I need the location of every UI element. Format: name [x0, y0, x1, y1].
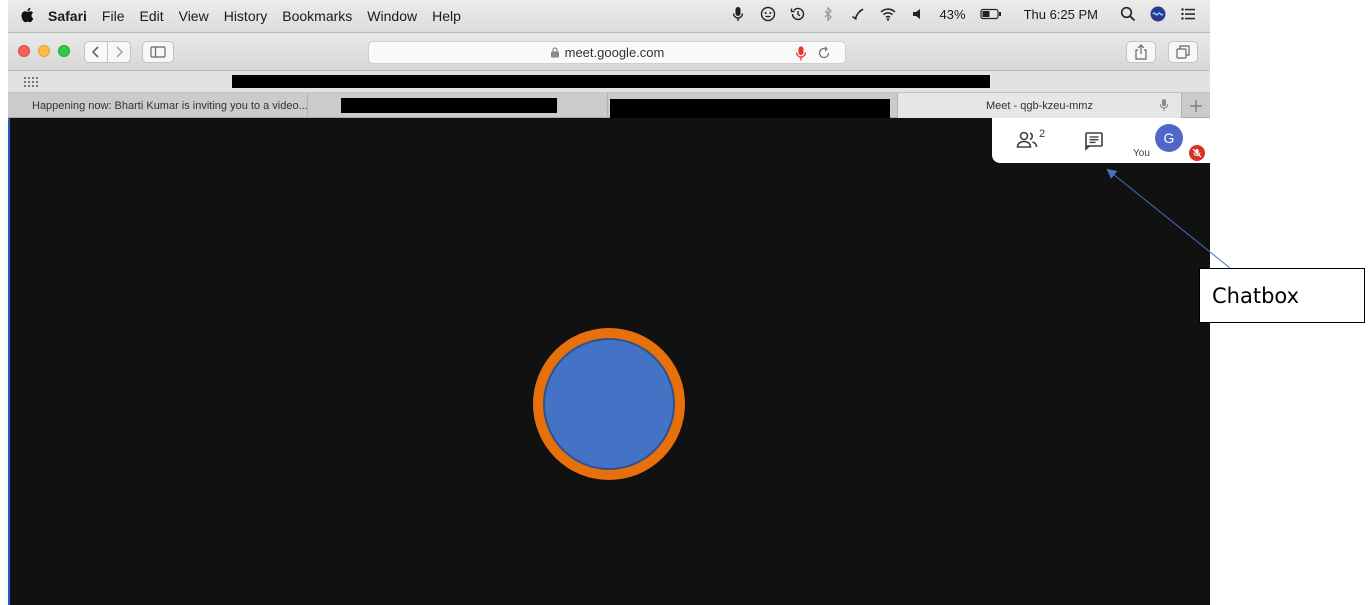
- redacted-tab-title: [610, 99, 890, 118]
- chat-icon[interactable]: [1084, 131, 1104, 151]
- tab-label: Meet - qgb-kzeu-mmz: [986, 99, 1093, 112]
- favorites-bar: [8, 71, 1210, 93]
- menu-history[interactable]: History: [224, 8, 268, 24]
- self-avatar[interactable]: G: [1155, 124, 1183, 152]
- microphone-status-icon[interactable]: [730, 6, 746, 22]
- participants-button[interactable]: 2: [1016, 128, 1046, 150]
- avatar-letter: G: [1163, 130, 1175, 146]
- sidebar-toggle-button[interactable]: [142, 41, 174, 63]
- share-button[interactable]: [1126, 41, 1156, 63]
- search-icon[interactable]: [1120, 6, 1136, 22]
- address-bar[interactable]: meet.google.com: [368, 41, 846, 64]
- tab-google-meet[interactable]: Meet - qgb-kzeu-mmz: [898, 93, 1182, 118]
- self-label: You: [1133, 148, 1150, 159]
- microphone-active-icon[interactable]: [795, 46, 807, 61]
- tab-overview-button[interactable]: [1168, 41, 1198, 63]
- microphone-muted-badge: [1189, 145, 1205, 161]
- chevron-right-icon: [116, 46, 124, 58]
- chevron-left-icon: [91, 46, 99, 58]
- tab-happening-now[interactable]: Happening now: Bharti Kumar is inviting …: [8, 93, 308, 118]
- meeting-controls-panel: 2 You G: [992, 118, 1210, 163]
- new-tab-button[interactable]: [1186, 96, 1206, 116]
- menu-safari[interactable]: Safari: [48, 8, 87, 24]
- lock-icon: [550, 47, 559, 58]
- face-status-icon[interactable]: [760, 6, 776, 22]
- menu-help[interactable]: Help: [432, 8, 461, 24]
- notification-center-icon[interactable]: [1180, 6, 1196, 22]
- forward-button[interactable]: [107, 41, 131, 63]
- tabs-icon: [1176, 45, 1190, 59]
- share-icon: [1135, 44, 1147, 60]
- bluetooth-icon[interactable]: [820, 6, 836, 22]
- plus-icon: [1190, 100, 1202, 112]
- participant-tile[interactable]: [533, 328, 685, 480]
- sidebar-icon: [150, 46, 166, 58]
- url-text: meet.google.com: [564, 45, 665, 60]
- battery-percent: 43%: [939, 6, 966, 22]
- menu-bookmarks[interactable]: Bookmarks: [282, 8, 352, 24]
- back-button[interactable]: [84, 41, 108, 63]
- tab-microphone-icon[interactable]: [1159, 98, 1169, 112]
- participant-count: 2: [1039, 128, 1046, 140]
- menu-window[interactable]: Window: [367, 8, 417, 24]
- menu-view[interactable]: View: [179, 8, 209, 24]
- wifi-icon[interactable]: [880, 6, 896, 22]
- clock[interactable]: Thu 6:25 PM: [1024, 7, 1098, 22]
- phone-icon[interactable]: [850, 6, 866, 22]
- menu-bar: Safari File Edit View History Bookmarks …: [8, 0, 1210, 33]
- volume-icon[interactable]: [910, 6, 926, 22]
- minimize-window-button[interactable]: [38, 45, 50, 57]
- tab-label: Happening now: Bharti Kumar is inviting …: [32, 99, 307, 112]
- menu-file[interactable]: File: [102, 8, 125, 24]
- mic-off-icon: [1192, 148, 1202, 158]
- tab-redacted-2[interactable]: [608, 93, 898, 118]
- tab-bar: Happening now: Bharti Kumar is inviting …: [8, 93, 1210, 118]
- redacted-favorites: [232, 75, 990, 88]
- annotation-label: Chatbox: [1199, 268, 1365, 323]
- browser-toolbar: meet.google.com: [8, 33, 1210, 71]
- screenshot: Safari File Edit View History Bookmarks …: [8, 0, 1210, 605]
- reload-icon[interactable]: [817, 46, 831, 60]
- redacted-tab-title: [341, 98, 557, 113]
- menu-edit[interactable]: Edit: [139, 8, 163, 24]
- participant-avatar-circle: [543, 338, 675, 470]
- apple-icon[interactable]: [20, 6, 36, 24]
- battery-icon[interactable]: [979, 6, 1002, 22]
- time-machine-icon[interactable]: [790, 6, 806, 22]
- favorites-grid-icon[interactable]: [24, 77, 38, 87]
- close-window-button[interactable]: [18, 45, 30, 57]
- window-edge: [8, 118, 10, 605]
- people-icon: [1016, 131, 1038, 148]
- siri-icon[interactable]: [1150, 6, 1166, 22]
- tab-redacted-1[interactable]: [308, 93, 608, 118]
- zoom-window-button[interactable]: [58, 45, 70, 57]
